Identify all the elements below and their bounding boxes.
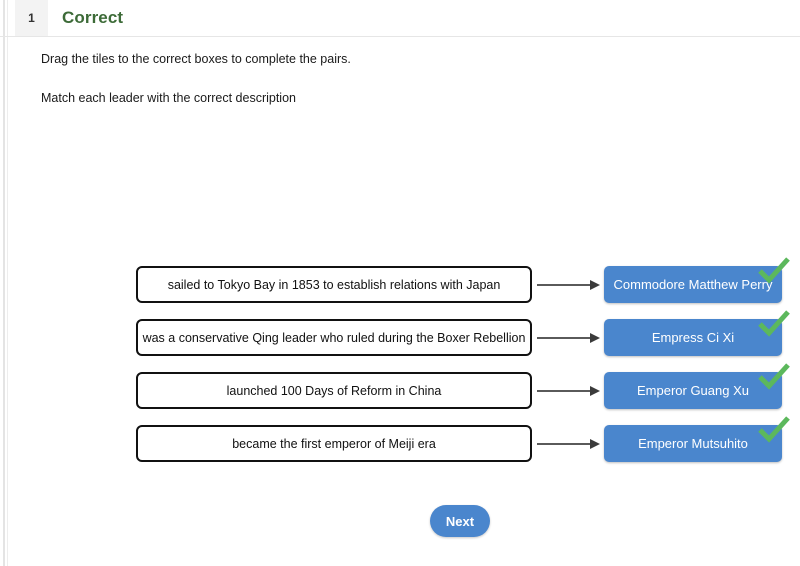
answer-tile[interactable]: Empress Ci Xi: [604, 319, 782, 356]
arrow-right-icon: [537, 439, 601, 449]
arrow-right-icon: [537, 280, 601, 290]
arrow-right-icon: [537, 386, 601, 396]
match-row: launched 100 Days of Reform in China Emp…: [0, 363, 800, 410]
answer-tile[interactable]: Emperor Guang Xu: [604, 372, 782, 409]
description-box[interactable]: became the first emperor of Meiji era: [136, 425, 532, 462]
match-row: sailed to Tokyo Bay in 1853 to establish…: [0, 257, 800, 304]
match-row: was a conservative Qing leader who ruled…: [0, 310, 800, 357]
arrow-right-icon: [537, 333, 601, 343]
description-box[interactable]: was a conservative Qing leader who ruled…: [136, 319, 532, 356]
description-box[interactable]: sailed to Tokyo Bay in 1853 to establish…: [136, 266, 532, 303]
match-row: became the first emperor of Meiji era Em…: [0, 416, 800, 463]
match-pairs-area: sailed to Tokyo Bay in 1853 to establish…: [0, 0, 800, 566]
answer-tile[interactable]: Emperor Mutsuhito: [604, 425, 782, 462]
description-box[interactable]: launched 100 Days of Reform in China: [136, 372, 532, 409]
next-button[interactable]: Next: [430, 505, 490, 537]
answer-tile[interactable]: Commodore Matthew Perry: [604, 266, 782, 303]
